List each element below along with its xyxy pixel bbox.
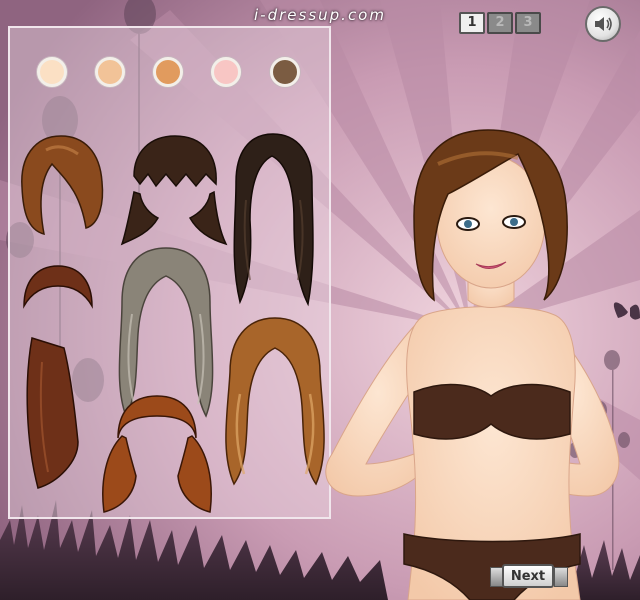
hairstyle-option-2[interactable] — [120, 132, 230, 250]
skin-tone-swatch-1[interactable] — [37, 57, 67, 87]
step-2-button[interactable]: 2 — [487, 12, 513, 34]
hairstyle-option-3[interactable] — [228, 130, 318, 310]
site-title[interactable]: i-dressup.com — [0, 6, 640, 24]
hairstyle-option-4[interactable] — [18, 262, 98, 494]
skin-tone-swatch-3[interactable] — [153, 57, 183, 87]
hairstyle-option-7[interactable] — [98, 392, 216, 518]
speaker-icon — [595, 17, 612, 31]
step-3-button[interactable]: 3 — [515, 12, 541, 34]
sound-toggle-button[interactable] — [585, 6, 621, 42]
next-button[interactable]: Next — [490, 564, 568, 588]
next-button-cap-right — [554, 567, 568, 587]
skin-tone-swatch-5[interactable] — [270, 57, 300, 87]
next-button-label: Next — [502, 564, 554, 588]
hairstyle-option-6[interactable] — [218, 314, 332, 490]
step-1-button[interactable]: 1 — [459, 12, 485, 34]
hairstyle-option-1[interactable] — [16, 132, 106, 242]
model-character — [325, 129, 620, 600]
step-navigation: 1 2 3 — [459, 12, 543, 34]
skin-tone-swatch-4[interactable] — [211, 57, 241, 87]
skin-tone-swatch-2[interactable] — [95, 57, 125, 87]
